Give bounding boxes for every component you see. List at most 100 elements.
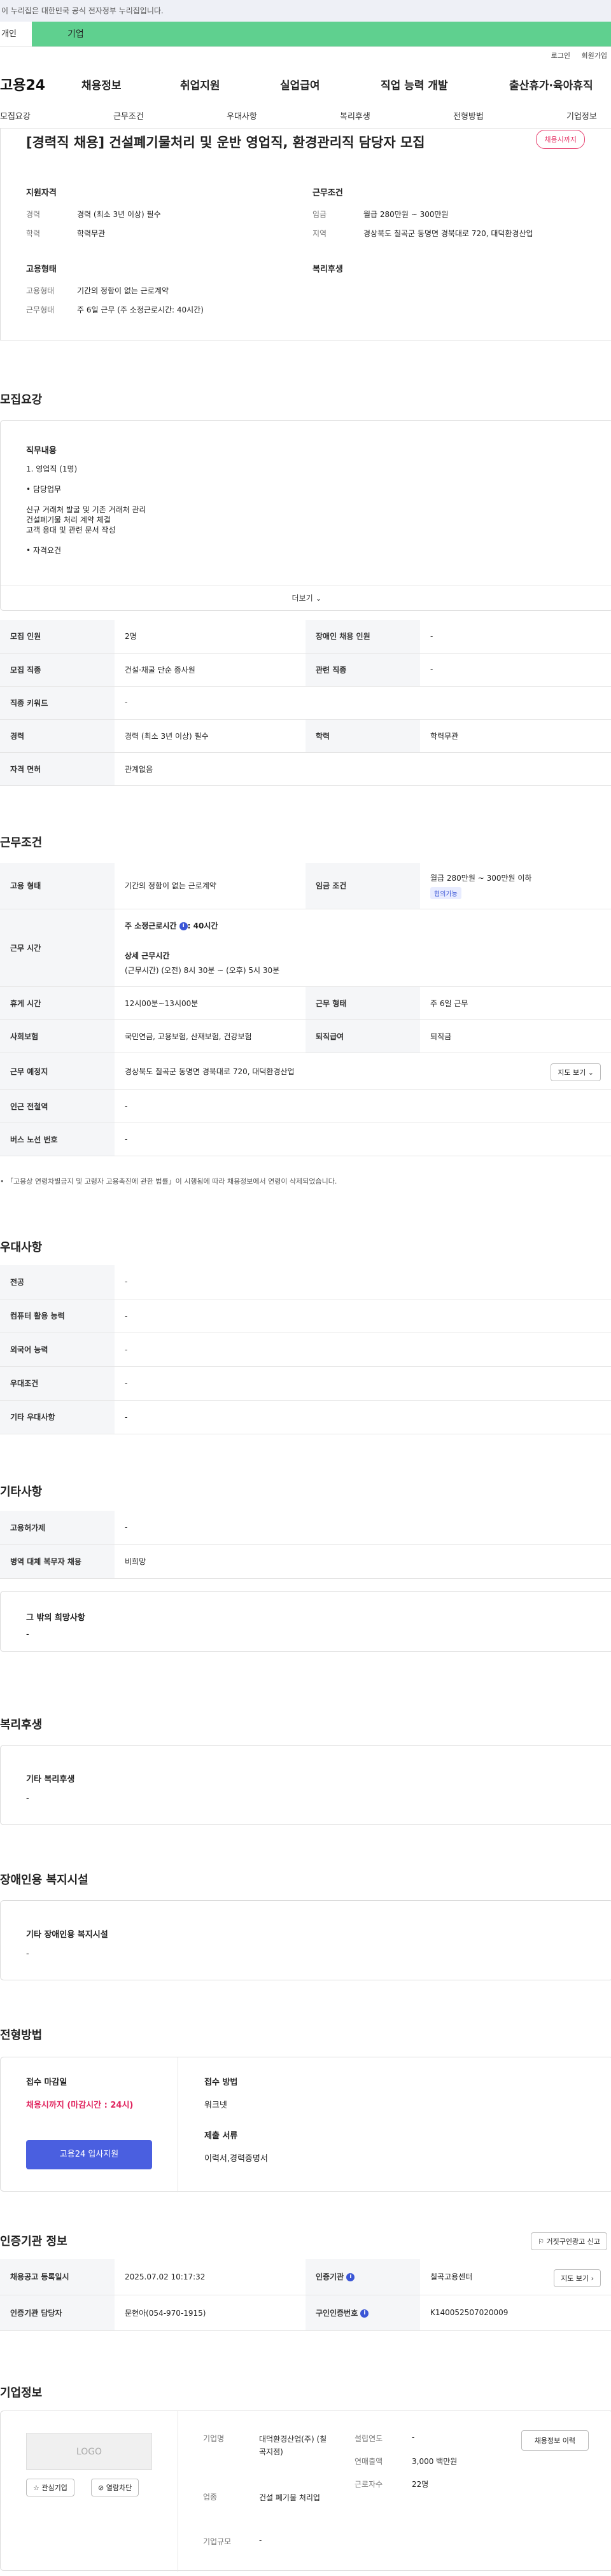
history-button[interactable]: 채용정보 이력 — [521, 2430, 589, 2451]
cell-label: 인근 전철역 — [0, 1089, 115, 1123]
welfare-box-head: 기타 복리후생 — [26, 1775, 75, 1784]
apply-button[interactable]: 고용24 입사지원 — [26, 2140, 152, 2169]
login-link[interactable]: 로그인 — [551, 52, 570, 60]
conditions-heading: 근무조건 — [313, 188, 343, 198]
work-form: 근무형태 주 6일 근무 (주 소정근로시간: 40시간) — [26, 304, 204, 315]
table-row: 자격 면허 관계없음 — [0, 752, 611, 786]
cell-value: 주 소정근로시간 i: 40시간 상세 근무시간 (근무시간) (오전) 8시 … — [115, 909, 611, 987]
gnb-employment-support[interactable]: 취업지원 — [180, 76, 220, 92]
welfare-heading: 복리후생 — [313, 265, 343, 274]
cell-value: 문현아(054-970-1915) — [115, 2295, 306, 2331]
subnav-company[interactable]: 기업정보 — [566, 109, 597, 122]
report-button[interactable]: ⚐ 거짓구인광고 신고 — [531, 2232, 607, 2250]
more-button[interactable]: 더보기 ⌄ — [1, 585, 611, 610]
cond-wage: 임금 월급 280만원 ~ 300만원 — [313, 209, 449, 220]
cell-label: 장애인 채용 인원 — [306, 620, 420, 654]
cell-label: 학력 — [306, 719, 420, 753]
work-heading: 고용형태 — [26, 265, 57, 274]
table-row: 경력 경력 (최소 3년 이상) 필수 학력 학력무관 — [0, 719, 611, 753]
subnav-preference[interactable]: 우대사항 — [227, 109, 257, 122]
info-icon[interactable]: i — [179, 921, 188, 930]
qual-career: 경력 경력 (최소 3년 이상) 필수 — [26, 209, 161, 220]
cell-label: 구인인증번호 i — [306, 2295, 420, 2331]
map-button[interactable]: 지도 보기 ⌄ — [551, 1063, 601, 1081]
cell-value: - — [115, 1265, 611, 1299]
method-head: 접수 방법 — [204, 2078, 238, 2087]
cell-value: - — [115, 686, 611, 720]
founded-label: 설립연도 — [355, 2434, 383, 2443]
subnav-welfare[interactable]: 복리후생 — [340, 109, 370, 122]
disability-box-value: - — [26, 1949, 29, 1959]
cell-value: 국민연금, 고용보험, 산재보험, 건강보험 — [115, 1019, 306, 1053]
cell-label: 버스 노선 번호 — [0, 1123, 115, 1156]
disability-box: 기타 장애인용 복지시설 - — [0, 1900, 611, 1980]
cell-label: 고용허가제 — [0, 1511, 115, 1545]
cell-value: 월급 280만원 ~ 300만원 이하 협의가능 — [420, 863, 611, 909]
org-map-label: 지도 보기 — [561, 2274, 589, 2283]
qual-career-value: 경력 (최소 3년 이상) 필수 — [77, 210, 161, 219]
org-map-button[interactable]: 지도 보기 › — [554, 2269, 601, 2287]
info-icon[interactable]: i — [346, 2273, 355, 2282]
cell-value: 주 6일 근무 — [420, 986, 611, 1020]
gnb-parental-leave[interactable]: 출산휴가·육아휴직 — [509, 76, 593, 92]
emp-value: 22명 — [412, 2480, 429, 2489]
cell-label: 퇴직급여 — [306, 1019, 420, 1053]
gnb-job-info[interactable]: 채용정보 — [81, 76, 122, 92]
duty-line — [26, 494, 146, 505]
duty-heading: 직무내용 — [26, 446, 57, 456]
cell-value: K140052507020009 — [420, 2295, 611, 2331]
job-summary-card: [경력직 채용] 건설폐기물처리 및 운반 영업직, 환경관리직 담당자 모집 … — [0, 129, 611, 340]
more-label: 더보기 — [291, 594, 313, 603]
etc-box: 그 밖의 희망사항 - — [0, 1591, 611, 1652]
gnb-unemployment-benefit[interactable]: 실업급여 — [280, 76, 320, 92]
preference-table: 전공 - 컴퓨터 활용 능력 - 외국어 능력 - 우대조건 - 기타 우대사항 - — [0, 1265, 611, 1434]
block-icon: ⊘ — [98, 2484, 104, 2492]
org-value: 칠곡고용센터 — [430, 2272, 473, 2282]
company-logo: LOGO — [26, 2433, 152, 2470]
table-row: 휴게 시간 12시00분~13시00분 근무 형태 주 6일 근무 — [0, 986, 611, 1020]
cell-label: 근무 형태 — [306, 986, 420, 1020]
cell-value: - — [420, 620, 611, 654]
duty-line: • 자격요건 — [26, 546, 62, 555]
block-button[interactable]: ⊘ 열람차단 — [91, 2479, 139, 2496]
interest-button[interactable]: ☆ 관심기업 — [26, 2479, 74, 2496]
cell-value: - — [115, 1333, 611, 1367]
process-box: 접수 마감일 채용시까지 (마감시간 : 24시) 고용24 입사지원 접수 방… — [0, 2057, 611, 2192]
cond-area-value: 경상북도 칠곡군 동명면 경북대로 720, 대덕환경산업 — [363, 229, 533, 238]
cert-table: 채용공고 등록일시 2025.07.02 10:17:32 인증기관 i 칠곡고… — [0, 2259, 611, 2331]
duty-line: 건설폐기물 처리 계약 체결 — [26, 515, 111, 524]
user-type-tabs: 개인 기업 — [0, 22, 611, 47]
work-form-label: 근무형태 — [26, 305, 55, 314]
table-row: 고용허가제 - — [0, 1511, 611, 1545]
cell-label: 휴게 시간 — [0, 986, 115, 1020]
duty-line: 고객 응대 및 관련 문서 작성 — [26, 526, 116, 535]
etc-box-head: 그 밖의 희망사항 — [26, 1613, 85, 1623]
deadline-value: 채용시까지 (마감시간 : 24시) — [26, 2101, 134, 2110]
table-row: 사회보험 국민연금, 고용보험, 산재보험, 건강보험 퇴직급여 퇴직금 — [0, 1019, 611, 1053]
tab-individual[interactable]: 개인 — [0, 22, 32, 46]
emp-label: 근로자수 — [355, 2480, 383, 2489]
name-value: 대덕환경산업(주) (칠곡지점) — [259, 2435, 327, 2456]
cell-value: 12시00분~13시00분 — [115, 986, 306, 1020]
subnav-process[interactable]: 전형방법 — [453, 109, 484, 122]
cert-no-label: 구인인증번호 — [316, 2308, 358, 2318]
subnav-conditions[interactable]: 근무조건 — [113, 109, 144, 122]
docs-value: 이력서,경력증명서 — [204, 2154, 268, 2164]
cell-label: 우대조건 — [0, 1366, 115, 1401]
tab-company[interactable]: 기업 — [32, 22, 611, 46]
site-logo[interactable]: 고용24 — [0, 74, 89, 94]
qual-edu-value: 학력무관 — [77, 229, 106, 238]
conditions-table: 고용 형태 기간의 정함이 없는 근로계약 임금 조건 월급 280만원 ~ 3… — [0, 863, 611, 1156]
join-link[interactable]: 회원가입 — [582, 52, 607, 60]
gnb-vocational-training[interactable]: 직업 능력 개발 — [381, 76, 448, 92]
info-icon[interactable]: i — [360, 2309, 369, 2318]
map-label: 지도 보기 — [558, 1068, 586, 1077]
chevron-down-icon: ⌄ — [587, 1068, 594, 1077]
duty-line: • 담당업무 — [26, 485, 62, 494]
disability-title: 장애인용 복지시설 — [0, 1873, 88, 1887]
cell-label: 직종 키워드 — [0, 686, 115, 720]
subnav-recruit[interactable]: 모집요강 — [0, 109, 31, 122]
work-type: 고용형태 기간의 정함이 없는 근로계약 — [26, 285, 169, 296]
table-row: 버스 노선 번호 - — [0, 1123, 611, 1156]
etc-box-value: - — [26, 1630, 29, 1639]
